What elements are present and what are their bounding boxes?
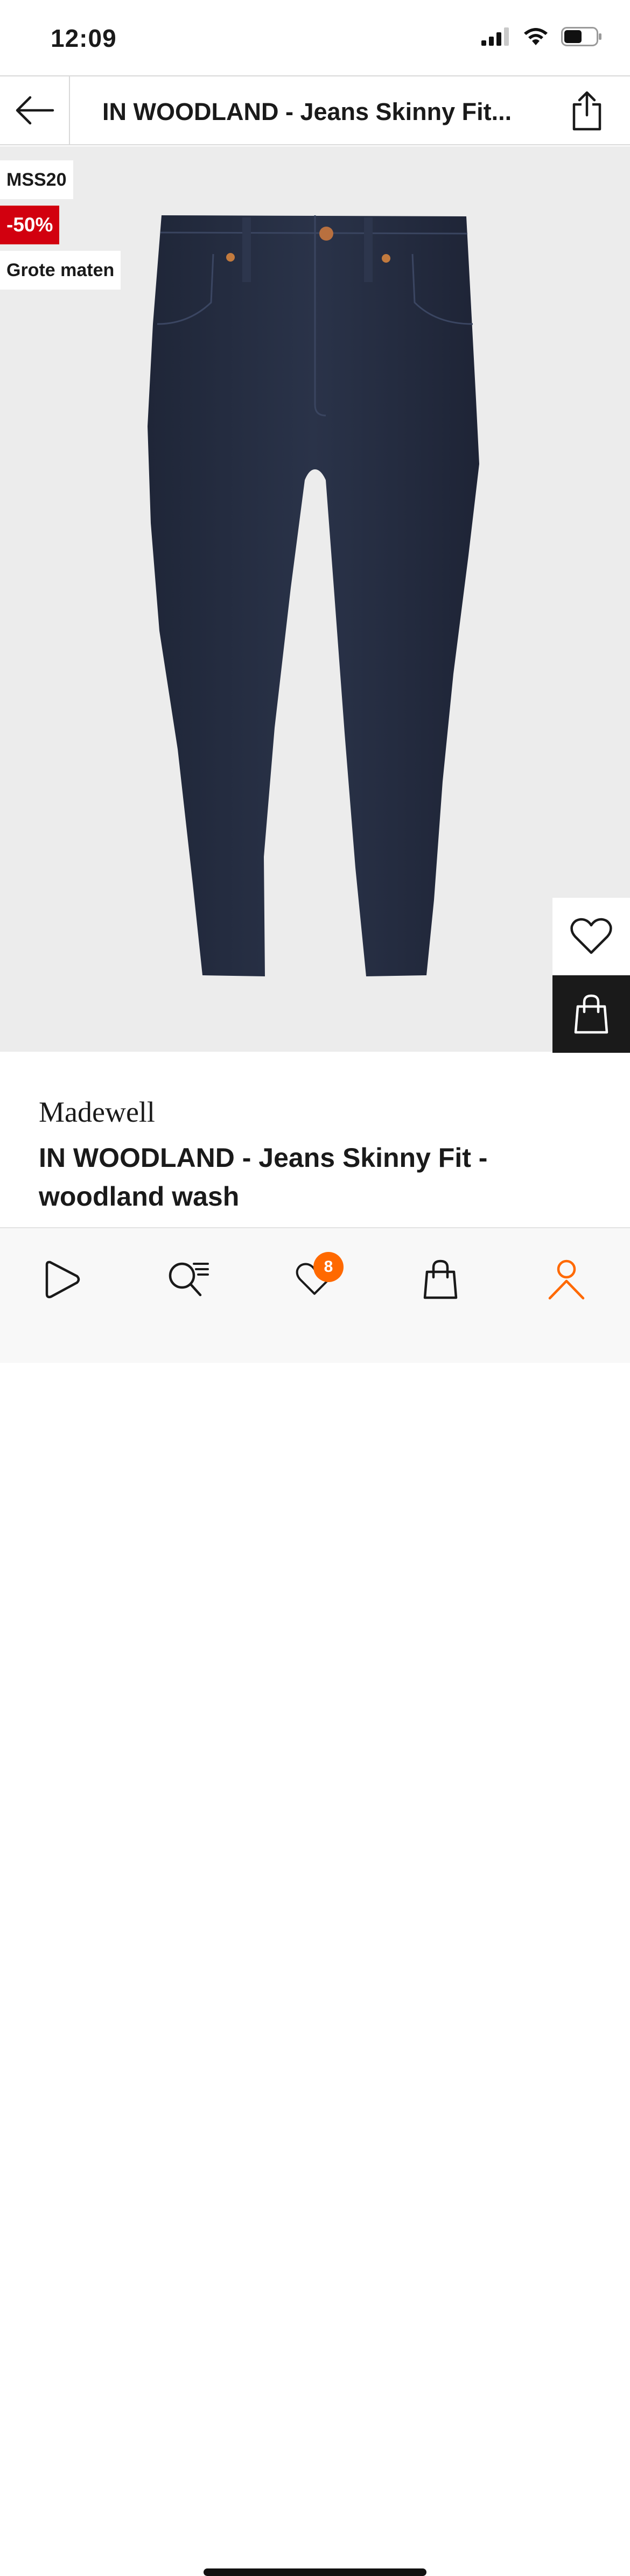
- discount-badge: -50%: [0, 206, 60, 244]
- status-time: 12:09: [51, 24, 117, 52]
- add-to-wishlist-button[interactable]: [552, 898, 630, 975]
- tab-search[interactable]: [156, 1250, 221, 1309]
- shopping-bag-icon: [574, 994, 608, 1034]
- shopping-bag-icon: [423, 1259, 458, 1299]
- product-image-gallery[interactable]: MSS20 -50% Grote maten: [0, 146, 630, 1052]
- home-play-icon: [45, 1261, 80, 1299]
- promo-code-badge: MSS20: [0, 160, 73, 199]
- product-name: IN WOODLAND - Jeans Skinny Fit - woodlan…: [39, 1143, 488, 1212]
- status-bar: 12:09: [0, 0, 630, 75]
- user-icon: [548, 1259, 585, 1300]
- wishlist-count-badge: 8: [313, 1252, 344, 1282]
- search-icon: [169, 1262, 209, 1297]
- share-button[interactable]: [565, 88, 608, 133]
- bottom-tab-bar: 8: [0, 1227, 630, 2576]
- cellular-signal-icon: [481, 27, 509, 46]
- tab-home[interactable]: [30, 1250, 95, 1309]
- page-title: IN WOODLAND - Jeans Skinny Fit...: [102, 98, 512, 125]
- home-indicator: [204, 2568, 426, 2576]
- arrow-left-icon: [16, 96, 54, 125]
- top-navigation-bar: IN WOODLAND - Jeans Skinny Fit...: [0, 75, 630, 145]
- status-icons: [481, 27, 602, 46]
- product-brand[interactable]: Madewell: [39, 1095, 155, 1129]
- add-to-bag-button[interactable]: [552, 975, 630, 1053]
- back-button[interactable]: [0, 76, 70, 144]
- tab-account[interactable]: [534, 1250, 599, 1309]
- battery-icon: [561, 27, 601, 46]
- tab-bag[interactable]: [408, 1250, 473, 1309]
- heart-icon: [570, 918, 612, 954]
- share-icon: [572, 91, 601, 131]
- tab-wishlist[interactable]: 8: [282, 1250, 347, 1309]
- wifi-icon: [524, 28, 548, 45]
- size-category-badge: Grote maten: [0, 251, 121, 290]
